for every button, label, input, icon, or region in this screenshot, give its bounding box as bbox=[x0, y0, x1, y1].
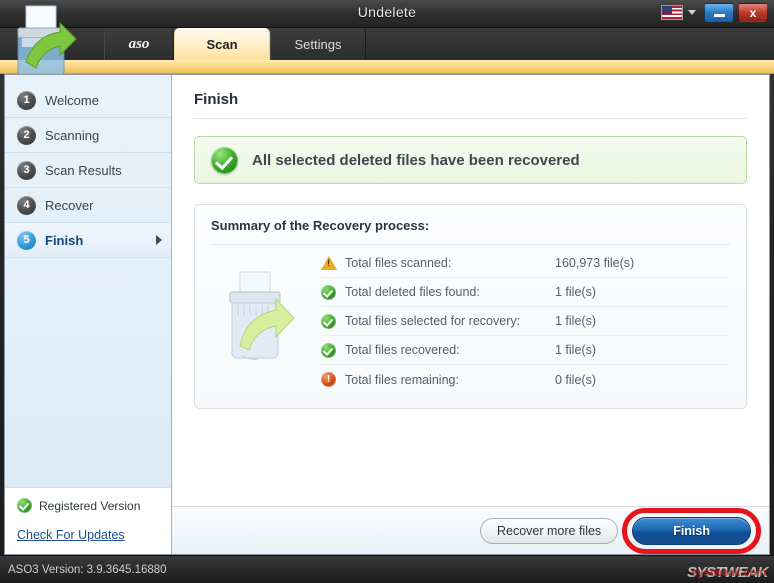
green-check-icon bbox=[321, 343, 336, 358]
sidebar-filler bbox=[5, 258, 171, 487]
tab-strip: aso Scan Settings Demo Help bbox=[0, 28, 774, 60]
tab-scan-label: Scan bbox=[206, 37, 237, 52]
summary-row-label: Total files remaining: bbox=[345, 373, 555, 387]
step-number: 4 bbox=[17, 196, 36, 215]
sidebar-item-label: Finish bbox=[45, 233, 83, 248]
tab-list: aso Scan Settings bbox=[104, 28, 366, 60]
sidebar-item-label: Scan Results bbox=[45, 163, 122, 178]
summary-row-label: Total files scanned: bbox=[345, 256, 555, 270]
summary-row-value: 160,973 file(s) bbox=[555, 256, 634, 270]
summary-row-files-scanned: Total files scanned: 160,973 file(s) bbox=[321, 249, 730, 278]
title-divider bbox=[194, 118, 747, 119]
summary-row-selected-for-recovery: Total files selected for recovery: 1 fil… bbox=[321, 307, 730, 336]
summary-title: Summary of the Recovery process: bbox=[211, 218, 730, 233]
success-banner: All selected deleted files have been rec… bbox=[194, 136, 747, 184]
accent-band bbox=[0, 60, 774, 74]
step-number: 5 bbox=[17, 231, 36, 250]
tab-scan[interactable]: Scan bbox=[174, 28, 270, 60]
content-inner: Finish All selected deleted files have b… bbox=[172, 75, 769, 506]
step-number: 3 bbox=[17, 161, 36, 180]
tab-settings-label: Settings bbox=[295, 37, 342, 52]
chevron-down-icon[interactable] bbox=[688, 10, 696, 15]
step-number: 1 bbox=[17, 91, 36, 110]
summary-row-label: Total files selected for recovery: bbox=[345, 314, 555, 328]
content-area: Finish All selected deleted files have b… bbox=[172, 75, 769, 554]
green-check-icon bbox=[17, 498, 32, 513]
sidebar-footer: Registered Version Check For Updates bbox=[5, 487, 171, 554]
finish-button[interactable]: Finish bbox=[632, 517, 751, 545]
close-button[interactable]: x bbox=[738, 3, 768, 22]
body-area: 1 Welcome 2 Scanning 3 Scan Results 4 Re… bbox=[4, 74, 770, 555]
footer-button-bar: Recover more files Finish bbox=[172, 506, 769, 554]
close-icon: x bbox=[750, 6, 757, 20]
sidebar-item-recover[interactable]: 4 Recover bbox=[5, 188, 171, 223]
registered-status: Registered Version bbox=[17, 498, 171, 513]
green-check-icon bbox=[321, 314, 336, 329]
shredder-recovery-icon bbox=[211, 249, 321, 394]
tab-aso-label: aso bbox=[129, 36, 150, 53]
sidebar: 1 Welcome 2 Scanning 3 Scan Results 4 Re… bbox=[5, 75, 172, 554]
sidebar-item-scan-results[interactable]: 3 Scan Results bbox=[5, 153, 171, 188]
sidebar-item-scanning[interactable]: 2 Scanning bbox=[5, 118, 171, 153]
chevron-right-icon bbox=[156, 235, 162, 245]
window-controls: x bbox=[661, 3, 768, 22]
watermark-url: systweak.com bbox=[691, 567, 766, 579]
warning-triangle-icon bbox=[321, 256, 345, 270]
summary-row-files-remaining: Total files remaining: 0 file(s) bbox=[321, 365, 730, 394]
app-window: Undelete x aso Scan Settings Demo Help bbox=[0, 0, 774, 583]
sidebar-item-finish[interactable]: 5 Finish bbox=[5, 223, 171, 258]
registered-label: Registered Version bbox=[39, 499, 140, 513]
sidebar-item-label: Scanning bbox=[45, 128, 99, 143]
sidebar-item-welcome[interactable]: 1 Welcome bbox=[5, 83, 171, 118]
sidebar-item-label: Recover bbox=[45, 198, 93, 213]
finish-button-wrapper: Finish bbox=[632, 517, 751, 545]
minimize-icon bbox=[714, 14, 725, 17]
sidebar-steps: 1 Welcome 2 Scanning 3 Scan Results 4 Re… bbox=[5, 75, 171, 258]
green-check-circle-icon bbox=[211, 147, 238, 174]
app-logo-shredder-icon bbox=[6, 2, 98, 82]
summary-row-value: 1 file(s) bbox=[555, 343, 596, 357]
red-alert-icon bbox=[321, 372, 336, 387]
sidebar-item-label: Welcome bbox=[45, 93, 99, 108]
tab-aso[interactable]: aso bbox=[104, 28, 174, 60]
summary-row-label: Total deleted files found: bbox=[345, 285, 555, 299]
recover-more-files-button[interactable]: Recover more files bbox=[480, 518, 618, 544]
summary-rows: Total files scanned: 160,973 file(s) Tot… bbox=[321, 249, 730, 394]
summary-row-deleted-found: Total deleted files found: 1 file(s) bbox=[321, 278, 730, 307]
summary-row-value: 1 file(s) bbox=[555, 285, 596, 299]
summary-body: Total files scanned: 160,973 file(s) Tot… bbox=[211, 249, 730, 394]
step-number: 2 bbox=[17, 126, 36, 145]
minimize-button[interactable] bbox=[704, 3, 734, 22]
summary-row-label: Total files recovered: bbox=[345, 343, 555, 357]
green-check-icon bbox=[321, 285, 336, 300]
check-for-updates-link[interactable]: Check For Updates bbox=[17, 528, 171, 542]
summary-row-files-recovered: Total files recovered: 1 file(s) bbox=[321, 336, 730, 365]
summary-row-value: 1 file(s) bbox=[555, 314, 596, 328]
summary-row-value: 0 file(s) bbox=[555, 373, 596, 387]
version-status-text: ASO3 Version: 3.9.3645.16880 bbox=[0, 564, 167, 576]
title-bar: Undelete x bbox=[0, 0, 774, 28]
tab-settings[interactable]: Settings bbox=[270, 28, 366, 60]
success-banner-text: All selected deleted files have been rec… bbox=[252, 152, 580, 169]
summary-divider bbox=[211, 244, 730, 245]
summary-panel: Summary of the Recovery process: bbox=[194, 204, 747, 409]
us-flag-icon[interactable] bbox=[661, 5, 683, 20]
page-title: Finish bbox=[194, 91, 747, 118]
status-bar: ASO3 Version: 3.9.3645.16880 SYSTWEAK sy… bbox=[0, 555, 774, 583]
window-title: Undelete bbox=[0, 4, 774, 20]
